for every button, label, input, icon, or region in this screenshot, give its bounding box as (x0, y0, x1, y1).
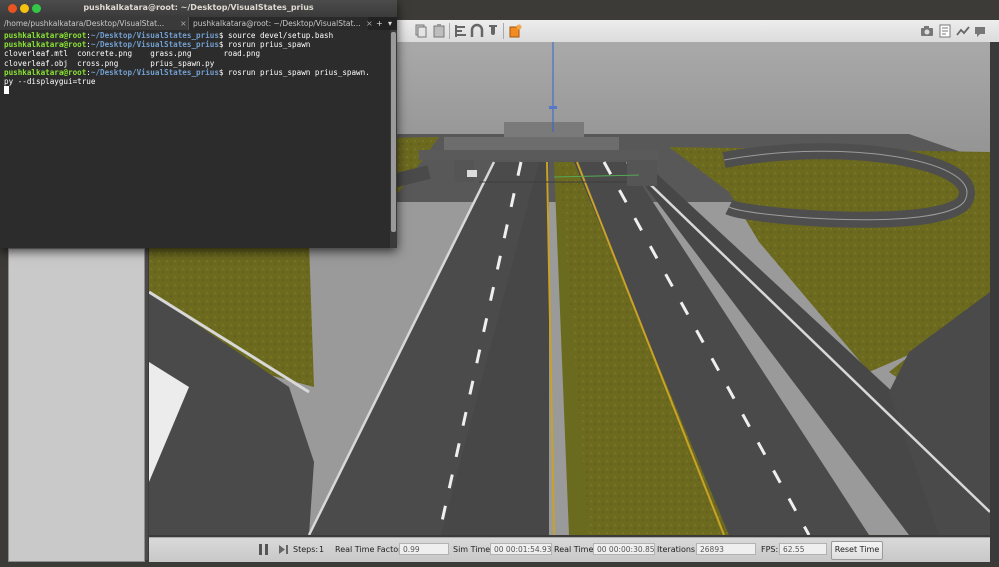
real-time-label: Real Time: (554, 545, 597, 554)
rtf-label: Real Time Factor: (335, 545, 404, 554)
iterations-field: 26893 (696, 543, 756, 555)
plot-icon[interactable] (955, 23, 971, 39)
shape-icon[interactable] (507, 23, 523, 39)
rtf-field: 0.99 (399, 543, 449, 555)
iterations-label: Iterations: (657, 545, 698, 554)
step-icon[interactable] (279, 545, 289, 554)
gazebo-toolbar (395, 20, 999, 43)
overpass-deck (444, 137, 619, 150)
terminal-line: pushkalkatara@root:~/Desktop/VisualState… (4, 40, 311, 50)
tab-close-icon[interactable]: × (180, 17, 187, 30)
bridge-pillar-right (627, 160, 657, 186)
terminal-cursor-line (4, 86, 389, 95)
paste-icon[interactable] (431, 23, 447, 39)
steps-label: Steps: (293, 545, 319, 554)
text-cursor (4, 86, 9, 95)
sim-time-field: 00 00:01:54.932 (490, 543, 552, 555)
world-panel[interactable] (8, 248, 145, 562)
terminal-line: pushkalkatara@root:~/Desktop/VisualState… (4, 31, 334, 40)
video-icon[interactable] (973, 23, 989, 39)
terminal-scrollbar[interactable] (390, 30, 397, 248)
terminal-output[interactable]: pushkalkatara@root:~/Desktop/VisualState… (0, 30, 389, 248)
pause-button[interactable] (259, 544, 269, 555)
toolbar-separator (503, 23, 504, 39)
tab-menu-chevron-icon[interactable]: ▾ (388, 17, 392, 30)
fps-label: FPS: (761, 545, 779, 554)
tab-label: pushkalkatara@root: ~/Desktop/VisualStat… (193, 19, 361, 28)
real-time-field: 00 00:00:30.856 (593, 543, 655, 555)
tab-label: /home/pushkalkatara/Desktop/VisualStat..… (4, 19, 165, 28)
tab-close-icon[interactable]: × (366, 17, 373, 30)
magnet-icon[interactable] (485, 23, 501, 39)
terminal-line: cloverleaf.mtl concrete.png grass.png ro… (4, 49, 261, 59)
screenshot-icon[interactable] (919, 23, 935, 39)
terminal-tab-2[interactable]: pushkalkatara@root: ~/Desktop/VisualStat… (188, 17, 368, 30)
align-icon[interactable] (453, 23, 469, 39)
overpass-top (504, 122, 584, 137)
snap-icon[interactable] (469, 23, 485, 39)
simulation-status-bar: Steps: 1 Real Time Factor: 0.99 Sim Time… (149, 537, 990, 562)
reset-time-button[interactable]: Reset Time (831, 541, 883, 560)
terminal-titlebar[interactable]: pushkalkatara@root: ~/Desktop/VisualStat… (0, 0, 397, 17)
terminal-line: cloverleaf.obj cross.png prius_spawn.py (4, 58, 215, 68)
steps-value[interactable]: 1 (319, 545, 324, 554)
sim-time-label: Sim Time: (453, 545, 493, 554)
prius-car[interactable] (467, 170, 477, 177)
right-panel-edge (990, 42, 999, 562)
terminal-tabbar: /home/pushkalkatara/Desktop/VisualStat..… (0, 17, 397, 30)
new-tab-icon[interactable]: + (376, 17, 383, 30)
toolbar-separator (449, 23, 450, 39)
terminal-tab-1[interactable]: /home/pushkalkatara/Desktop/VisualStat..… (0, 17, 188, 30)
terminal-line: pushkalkatara@root:~/Desktop/VisualState… (4, 67, 370, 77)
terminal-title: pushkalkatara@root: ~/Desktop/VisualStat… (83, 3, 314, 12)
terminal-window[interactable]: pushkalkatara@root: ~/Desktop/VisualStat… (0, 0, 397, 248)
terminal-line: py --displaygui=true (4, 76, 96, 86)
copy-icon[interactable] (413, 23, 429, 39)
scrollbar-thumb[interactable] (391, 32, 396, 232)
fps-field: 62.55 (779, 543, 827, 555)
log-icon[interactable] (937, 23, 953, 39)
